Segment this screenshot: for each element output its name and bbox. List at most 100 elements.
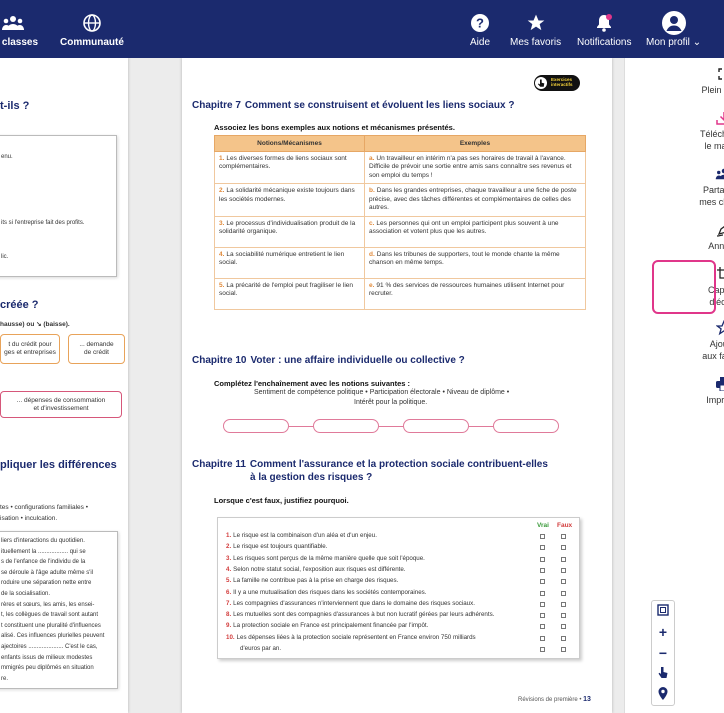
sequence-input-4[interactable]	[493, 419, 559, 433]
example-letter: b.	[369, 187, 375, 195]
chapter-10-words-1: Sentiment de compétence politique • Part…	[254, 389, 510, 396]
faux-checkbox[interactable]	[561, 624, 566, 630]
vrai-checkbox[interactable]	[540, 534, 545, 539]
vrai-checkbox[interactable]	[540, 556, 545, 562]
share-classes-button[interactable]: Partager à mes classes	[679, 166, 724, 208]
print-button[interactable]: Imprimer	[679, 376, 724, 406]
nav-favorites[interactable]: Mes favoris	[510, 12, 561, 48]
faux-checkbox[interactable]	[561, 590, 566, 596]
example-cell[interactable]: b. Dans les grandes entreprises, chaque t…	[364, 183, 586, 217]
faux-checkbox[interactable]	[561, 567, 566, 573]
chapter-11-title: Chapitre 11 Comment l'assurance et la pro…	[192, 459, 548, 484]
faux-checkbox[interactable]	[561, 579, 566, 585]
nav-favorites-label: Mes favoris	[510, 37, 562, 48]
download-icon	[716, 110, 724, 126]
zoom-in-icon[interactable]: +	[659, 624, 667, 640]
table-row: 1. Les diverses formes de liens sociaux s…	[214, 150, 586, 185]
interactive-exercises-badge[interactable]: Exercices interactifs	[534, 75, 580, 91]
download-manual-button[interactable]: Télécharger le manuel	[679, 110, 724, 152]
left-subline: hausse) ou ↘ (baisse).	[0, 321, 70, 328]
nav-help[interactable]: ? Aide	[470, 12, 490, 48]
table-row: 3. Le processus d'individualisation produ…	[214, 215, 586, 248]
example-letter: c.	[369, 219, 375, 227]
sequence-input-2[interactable]	[313, 419, 379, 433]
vrai-checkbox[interactable]	[540, 635, 545, 641]
example-cell[interactable]: a. Un travailleur en intérim n'a pas ses …	[364, 150, 586, 185]
statement-text: Les risques sont perçus de la même maniè…	[233, 554, 425, 562]
example-cell[interactable]: d. Dans les tribunes de supporters, tout …	[364, 246, 586, 279]
vrai-checkbox[interactable]	[540, 579, 545, 585]
location-pin-icon[interactable]	[658, 686, 668, 703]
vrai-checkbox[interactable]	[540, 590, 545, 596]
statement-item: 4. Selon notre statut social, l'expositio…	[226, 566, 406, 573]
vrai-checkbox[interactable]	[540, 647, 545, 652]
pointer-hand-icon[interactable]	[657, 666, 669, 682]
statement-item: 1. Le risque est la combinaison d'un aléa…	[226, 532, 377, 539]
example-cell[interactable]: e. 91 % des services de ressources humain…	[364, 277, 586, 310]
faux-checkbox[interactable]	[561, 647, 566, 652]
chapter-10-words-2: Intérêt pour la politique.	[354, 399, 428, 406]
statement-number: 4.	[226, 565, 232, 573]
add-favorites-button[interactable]: Ajouter aux favoris	[679, 320, 724, 362]
statement-number: 3.	[226, 554, 232, 562]
left-paragraph-line: se déroule à l'âge adulte même s'il	[1, 569, 94, 576]
vrai-checkbox[interactable]	[540, 624, 545, 630]
svg-text:?: ?	[476, 16, 484, 31]
nav-profile-label: Mon profil	[646, 37, 690, 48]
frame-icon[interactable]	[657, 603, 669, 619]
statement-text: Les compagnies d'assurances n'intervienn…	[233, 599, 475, 607]
faux-checkbox[interactable]	[561, 613, 566, 619]
vrai-checkbox[interactable]	[540, 601, 545, 607]
zoom-out-icon[interactable]: −	[659, 645, 667, 661]
statement-text: La famille ne contribue pas à la prise e…	[233, 577, 399, 585]
statement-text: Le risque est la combinaison d'un aléa e…	[233, 532, 377, 539]
vrai-checkbox[interactable]	[540, 613, 545, 619]
notion-cell[interactable]: 3. Le processus d'individualisation produ…	[214, 215, 365, 248]
nav-share-classes[interactable]: es classes	[0, 12, 38, 48]
vrai-checkbox[interactable]	[540, 567, 545, 573]
chapter-7-instruction: Associez les bons exemples aux notions e…	[214, 123, 455, 132]
notion-cell[interactable]: 2. La solidarité mécanique existe toujour…	[214, 183, 365, 217]
sequence-input-1[interactable]	[223, 419, 289, 433]
left-paragraph-line: enfants issus de milieux modestes	[1, 654, 93, 661]
app-root: es classes Communauté ? Aide Mes favoris…	[0, 0, 724, 713]
top-navigation-bar: es classes Communauté ? Aide Mes favoris…	[0, 0, 724, 58]
badge-line-2: interactifs	[551, 82, 573, 87]
chevron-down-icon: ⌄	[692, 37, 702, 48]
left-box-1: enu. its si l'entreprise fait des profit…	[0, 135, 117, 277]
nav-community-label: Communauté	[60, 37, 124, 48]
left-paragraph-line: roduire une séparation nette entre	[1, 580, 92, 587]
faux-checkbox[interactable]	[561, 534, 566, 539]
nav-profile[interactable]: Mon profil ⌄	[646, 11, 702, 48]
nav-notifications[interactable]: Notifications	[577, 12, 631, 48]
example-text: Les personnes qui ont un emploi particip…	[369, 219, 559, 236]
notion-cell[interactable]: 1. Les diverses formes de liens sociaux s…	[214, 150, 365, 185]
faux-checkbox[interactable]	[561, 635, 566, 641]
statement-text: Les mutuelles sont des compagnies d'assu…	[233, 611, 495, 619]
example-text: Dans les tribunes de supporters, tout le…	[369, 250, 560, 267]
fullscreen-button[interactable]: Plein écran	[679, 66, 724, 96]
nav-community[interactable]: Communauté	[60, 12, 124, 48]
chapter-10-heading: Voter : une affaire individuelle ou coll…	[250, 355, 465, 366]
faux-checkbox[interactable]	[561, 556, 566, 562]
annotate-button[interactable]: Annoter	[679, 222, 724, 252]
notion-number: 5.	[219, 281, 225, 289]
notion-cell[interactable]: 4. La sociabilité numérique entretient le…	[214, 246, 365, 279]
main-page: Exercices interactifs Chapitre 7 Comment s…	[182, 58, 612, 713]
left-paragraph-line: rères et sœurs, les amis, les ensei-	[1, 601, 95, 608]
favorites-label-1: Ajouter	[709, 339, 724, 349]
faux-checkbox[interactable]	[561, 545, 566, 551]
chain-connector	[379, 426, 403, 427]
statement-text: La protection sociale en France est prin…	[233, 622, 429, 630]
faux-checkbox[interactable]	[561, 601, 566, 607]
chain-connector	[289, 426, 313, 427]
notion-cell[interactable]: 5. La précarité de l'emploi peut fragilis…	[214, 277, 365, 310]
download-label-2: le manuel	[704, 141, 724, 152]
sequence-input-3[interactable]	[403, 419, 469, 433]
table-row: 4. La sociabilité numérique entretient le…	[214, 246, 586, 279]
example-cell[interactable]: c. Les personnes qui ont un emploi partic…	[364, 215, 586, 248]
left-page: t-ils ? enu. its si l'entreprise fait de…	[0, 58, 128, 713]
vrai-checkbox[interactable]	[540, 545, 545, 551]
table-header-examples: Exemples	[364, 135, 586, 152]
left-box-line: enu.	[1, 154, 13, 160]
